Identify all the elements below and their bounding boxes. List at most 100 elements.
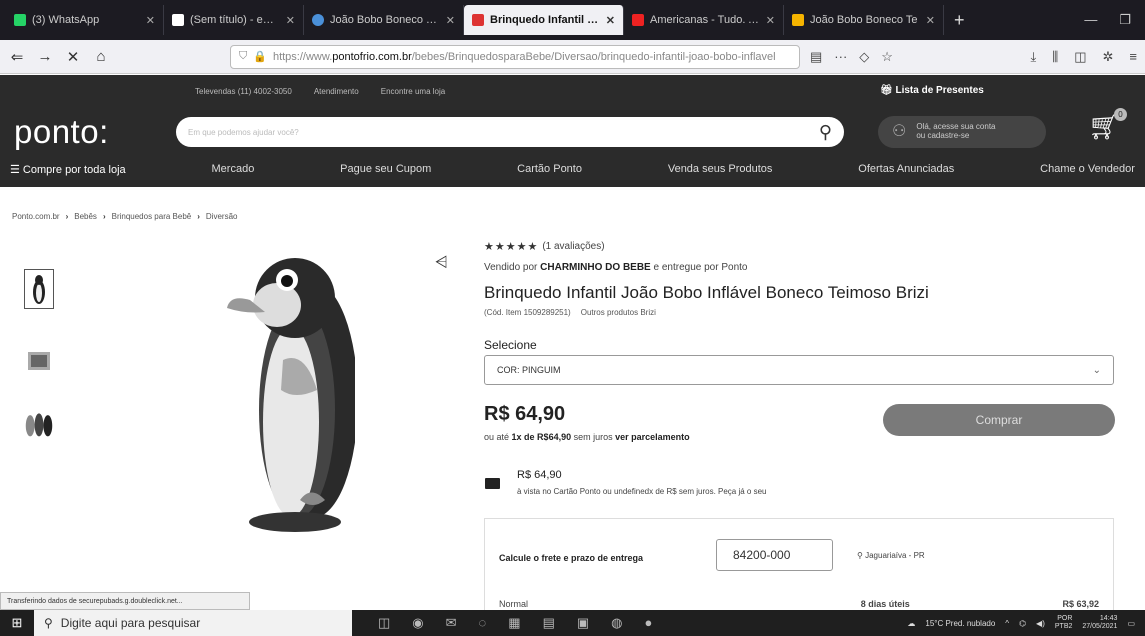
new-tab-button[interactable]: + [944,10,975,31]
user-icon: ⚇ [892,123,907,141]
breadcrumb-item[interactable]: Diversão [206,212,238,221]
site-header: Televendas (11) 4002-3050 Atendimento En… [0,75,1145,187]
menu-item-coupon[interactable]: Pague seu Cupom [340,163,431,176]
mail-icon[interactable]: ✉ [446,615,457,631]
product-image[interactable] [225,250,355,535]
search-icon: ⚲ [44,616,53,630]
search-input[interactable]: Em que podemos ajudar você? ⚲ [176,117,844,147]
store-icon[interactable]: ▦ [508,615,520,631]
notifications-icon[interactable]: ▭ [1127,619,1135,628]
clock[interactable]: 14:43 27/05/2021 [1082,615,1117,630]
extension-icon[interactable]: ✲ [1103,49,1114,65]
variant-label: Selecione [484,338,537,352]
share-icon[interactable]: ⩤ [435,254,448,272]
windows-start-icon[interactable]: ⊞ [0,615,34,631]
menu-item-mercado[interactable]: Mercado [212,163,255,176]
account-button[interactable]: ⚇ Olá, acesse sua conta ou cadastre-se [878,116,1046,148]
buy-button[interactable]: Comprar [883,404,1115,436]
firefox-icon[interactable]: ● [645,615,653,631]
seller-link[interactable]: CHARMINHO DO BEBE [540,262,651,273]
calendar-icon[interactable]: ▣ [577,615,589,631]
gift-list-link[interactable]: 🎁︎ Lista de Presentes [880,85,984,96]
rating[interactable]: ★★★★★ (1 avaliações) [484,240,605,253]
browser-status-text: Transferindo dados de securepubads.g.dou… [0,592,250,610]
product-thumbnail[interactable] [24,269,54,309]
cep-input[interactable]: 84200-000 [716,539,833,571]
installments-link[interactable]: ver parcelamento [615,432,690,442]
excel-icon[interactable]: ▤ [543,615,555,631]
chrome-icon[interactable]: ◉ [412,615,423,631]
menu-item-ponto-card[interactable]: Cartão Ponto [517,163,582,176]
close-icon[interactable]: ✕ [286,14,295,27]
breadcrumb-item[interactable]: Brinquedos para Bebê [112,212,192,221]
breadcrumb-item[interactable]: Bebês [74,212,97,221]
menu-item-sell[interactable]: Venda seus Produtos [668,163,773,176]
breadcrumb-item[interactable]: Ponto.com.br [12,212,60,221]
reader-icon[interactable]: ▤ [810,49,822,65]
ponto-logo[interactable]: ponto: [14,113,109,151]
product-code: (Cód. Item 1509289251) [484,308,571,317]
back-arrow-icon[interactable]: ⇐ [8,48,26,66]
shield-icon[interactable]: ⛉ [239,50,247,63]
taskbar-apps: ◫ ◉ ✉ ◌ ▦ ▤ ▣ ◍ ● [378,615,652,631]
product-code-row: (Cód. Item 1509289251) Outros produtos B… [484,308,656,317]
more-icon[interactable]: ··· [834,49,847,65]
browser-tab[interactable]: Americanas - Tudo. A um✕ [624,5,784,35]
browser-tab[interactable]: (3) WhatsApp ✕ [6,5,164,35]
close-icon[interactable]: ✕ [606,14,615,27]
browser-tab[interactable]: João Bobo Boneco Tei ✕ [304,5,464,35]
close-icon[interactable]: ✕ [446,14,455,27]
pocket-icon[interactable]: ◇ [859,49,869,65]
url-bar[interactable]: ⛉ 🔒 https://www.pontofrio.com.br/bebes/B… [230,44,800,69]
search-icon[interactable]: ⚲ [819,122,832,143]
close-icon[interactable]: ✕ [926,14,935,27]
variant-select[interactable]: COR: PINGUIM ⌄ [484,355,1114,385]
task-view-icon[interactable]: ◫ [378,615,390,631]
weather-icon[interactable]: ☁ [907,619,915,628]
close-icon[interactable]: ✕ [766,14,775,27]
freight-option-row[interactable]: Normal 8 dias úteis R$ 63,92 [499,599,1099,609]
chevron-down-icon: ⌄ [1092,364,1101,376]
edge-icon[interactable]: ◌ [479,615,487,631]
browser-tab[interactable]: (Sem título) - eqnapedi✕ [164,5,304,35]
bookmark-star-icon[interactable]: ☆ [881,49,893,65]
browser-tab[interactable]: João Bobo Boneco Te ✕ [784,5,944,35]
freight-city: ⚲ Jaguariaíva - PR [857,551,925,560]
volume-icon[interactable]: ◀) [1036,619,1045,628]
download-icon[interactable]: ⤓ [1030,49,1036,65]
product-thumbnail[interactable] [24,404,54,444]
windows-taskbar: ⊞ ⚲ Digite aqui para pesquisar ◫ ◉ ✉ ◌ ▦… [0,610,1145,636]
cart-icon[interactable]: 🛒︎ 0 [1088,108,1128,142]
minimize-icon[interactable]: — [1084,12,1097,28]
taskbar-search-input[interactable]: ⚲ Digite aqui para pesquisar [34,610,352,636]
home-icon[interactable]: ⌂ [92,48,110,65]
support-link[interactable]: Atendimento [314,87,359,96]
weather-text[interactable]: 15°C Pred. nublado [925,619,995,628]
menu-item-call-seller[interactable]: Chame o Vendedor [1040,163,1135,176]
close-icon[interactable]: ✕ [146,14,155,27]
whatsapp-icon [14,14,26,26]
url-text: https://www.pontofrio.com.br/bebes/Brinq… [272,50,776,63]
card-price: R$ 64,90 [517,469,562,481]
other-products-link[interactable]: Outros produtos Brizi [581,308,656,317]
menu-item-all-store[interactable]: ☰ Compre por toda loja [10,163,126,176]
forward-arrow-icon[interactable]: → [36,48,54,65]
product-thumbnail[interactable] [24,340,54,380]
maximize-icon[interactable]: ❐ [1119,12,1131,28]
store-locator-link[interactable]: Encontre uma loja [381,87,445,96]
network-icon[interactable]: ⌬ [1019,619,1026,628]
menu-item-offers[interactable]: Ofertas Anunciadas [858,163,954,176]
language-indicator[interactable]: POR PTB2 [1055,615,1073,630]
stop-icon[interactable]: ✕ [64,48,82,66]
library-icon[interactable]: ⫼ [1052,49,1058,65]
phone-sales-link[interactable]: Televendas (11) 4002-3050 [195,87,292,96]
browser-icon[interactable]: ◍ [611,615,622,631]
sidebar-icon[interactable]: ◫ [1074,49,1086,65]
site-icon [792,14,804,26]
product-title: Brinquedo Infantil João Bobo Inflável Bo… [484,283,929,302]
tray-chevron-icon[interactable]: ^ [1005,619,1009,628]
lock-icon[interactable]: 🔒 [253,50,267,63]
menu-icon[interactable]: ≡ [1129,49,1137,65]
browser-tab-active[interactable]: Brinquedo Infantil João✕ [464,5,624,35]
americanas-icon [632,14,644,26]
